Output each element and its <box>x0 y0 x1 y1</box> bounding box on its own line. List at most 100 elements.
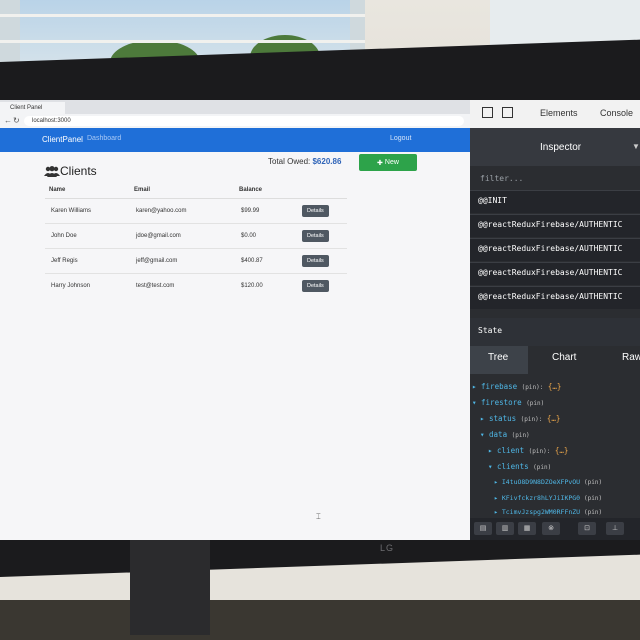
table-row: Karen Williams karen@yahoo.com $99.99 De… <box>45 198 347 224</box>
inspect-icon[interactable] <box>482 107 493 118</box>
new-client-button[interactable]: ✚ New <box>359 154 417 171</box>
row-actions: Details <box>296 248 347 274</box>
total-owed: Total Owed: $620.86 <box>268 157 341 166</box>
column-header-balance: Balance <box>235 182 296 199</box>
column-header-name: Name <box>45 182 130 199</box>
details-button[interactable]: Details <box>302 280 329 292</box>
table-header-row: Name Email Balance <box>45 182 347 199</box>
blind-slat <box>0 40 365 43</box>
expand-arrow-icon: ▸ <box>494 494 502 502</box>
mouse-cursor-icon: ⌶ <box>316 512 321 521</box>
back-icon[interactable]: ← <box>4 116 12 126</box>
action-label: @@reactReduxFirebase/AUTHENTIC <box>478 268 623 277</box>
table-row: John Doe jdoe@gmail.com $0.00 Details <box>45 223 347 249</box>
inspector-monitor-icon[interactable]: ▥ <box>496 522 514 535</box>
page-title: Clients <box>60 164 97 178</box>
client-email: jdoe@gmail.com <box>130 223 235 249</box>
nav-logout[interactable]: Logout <box>390 135 411 142</box>
total-owed-value: $620.86 <box>312 157 342 166</box>
tree-key: firebase <box>481 382 518 391</box>
tab-raw[interactable]: Raw <box>622 352 640 363</box>
tree-key: clients <box>497 462 529 471</box>
pin-label: (pin) <box>584 495 603 502</box>
table-row: Harry Johnson test@test.com $120.00 Deta… <box>45 273 347 298</box>
client-email: karen@yahoo.com <box>130 198 235 224</box>
colon: : <box>539 384 544 391</box>
address-bar[interactable]: localhost:3000 <box>24 116 464 126</box>
total-owed-label: Total Owed: <box>268 157 311 166</box>
client-balance: $120.00 <box>235 273 296 298</box>
browser-tab[interactable]: Client Panel <box>0 102 65 114</box>
action-item[interactable]: @@INIT <box>470 190 640 213</box>
tab-elements[interactable]: Elements <box>540 108 578 118</box>
pin-icon[interactable]: ⊥ <box>606 522 624 535</box>
pin-label: (pin) <box>511 432 530 439</box>
colon: : <box>538 416 543 423</box>
log-monitor-icon[interactable]: ▤ <box>474 522 492 535</box>
action-item[interactable]: @@reactReduxFirebase/AUTHENTIC <box>470 238 640 261</box>
row-actions: Details <box>296 198 347 224</box>
collapse-arrow-icon: ▾ <box>480 430 490 439</box>
tree-key: client <box>497 446 525 455</box>
table-row: Jeff Regis jeff@gmail.com $400.87 Detail… <box>45 248 347 274</box>
dropdown-arrow-icon[interactable]: ▼ <box>632 142 640 151</box>
client-name: Karen Williams <box>45 198 130 224</box>
tree-node-client-id[interactable]: ▸ TcimvJzspg2WM0RFFnZU (pin) <box>494 508 602 516</box>
action-item[interactable]: @@reactReduxFirebase/AUTHENTIC <box>470 286 640 309</box>
client-email: jeff@gmail.com <box>130 248 235 274</box>
inspector-title[interactable]: Inspector <box>540 142 581 153</box>
dispatch-icon[interactable]: ⊗ <box>542 522 560 535</box>
tree-node-client-id[interactable]: ▸ I4tuO8D9N8DZOeXFPvOU (pin) <box>494 478 602 486</box>
tree-node-client[interactable]: ▸ client (pin): {…} <box>488 446 568 455</box>
blind-slat <box>0 14 365 17</box>
tree-node-firebase[interactable]: ▸ firebase (pin): {…} <box>472 382 561 391</box>
collapse-arrow-icon: ▾ <box>472 398 482 407</box>
lock-icon[interactable]: ⊡ <box>578 522 596 535</box>
details-button[interactable]: Details <box>302 255 329 267</box>
action-label: @@reactReduxFirebase/AUTHENTIC <box>478 244 623 253</box>
action-item[interactable]: @@reactReduxFirebase/AUTHENTIC <box>470 262 640 285</box>
device-toggle-icon[interactable] <box>502 107 513 118</box>
filter-input[interactable]: filter... <box>470 170 640 188</box>
tab-tree[interactable]: Tree <box>488 352 508 363</box>
monitor-brand: LG <box>380 543 395 553</box>
client-name: Jeff Regis <box>45 248 130 274</box>
redux-inspector-header: Inspector ▼ <box>470 128 640 166</box>
tree-value: {…} <box>546 414 561 423</box>
tree-key: firestore <box>481 398 522 407</box>
tab-chart[interactable]: Chart <box>552 352 576 363</box>
action-label: @@INIT <box>478 196 507 205</box>
expand-arrow-icon: ▸ <box>472 382 482 391</box>
tree-node-status[interactable]: ▸ status (pin): {…} <box>480 414 560 423</box>
pin-label: (pin) <box>584 509 603 516</box>
reload-icon[interactable]: ↻ <box>13 116 20 126</box>
clients-table: Name Email Balance Karen Williams karen@… <box>45 182 347 298</box>
tab-console[interactable]: Console <box>600 108 633 118</box>
state-header: State <box>470 318 640 346</box>
tree-node-data[interactable]: ▾ data (pin) <box>480 430 530 439</box>
expand-arrow-icon: ▸ <box>494 508 502 516</box>
tree-key: TcimvJzspg2WM0RFFnZU <box>501 508 581 516</box>
pin-label: (pin) <box>526 400 545 407</box>
desk <box>0 600 640 640</box>
chart-monitor-icon[interactable]: ▦ <box>518 522 536 535</box>
expand-arrow-icon: ▸ <box>494 478 502 486</box>
tree-node-clients[interactable]: ▾ clients (pin) <box>488 462 551 471</box>
tree-node-firestore[interactable]: ▾ firestore (pin) <box>472 398 544 407</box>
column-header-email: Email <box>130 182 235 199</box>
brand-link[interactable]: ClientPanel <box>42 135 83 144</box>
pin-label: (pin) <box>533 464 552 471</box>
details-button[interactable]: Details <box>302 205 329 217</box>
client-balance: $99.99 <box>235 198 296 224</box>
nav-dashboard[interactable]: Dashboard <box>87 135 121 142</box>
devtools-panel: Elements Console Inspector ▼ filter... @… <box>470 100 640 540</box>
action-item[interactable]: @@reactReduxFirebase/AUTHENTIC <box>470 214 640 237</box>
tree-node-client-id[interactable]: ▸ KFivfckzr8hLYJiIKPG0 (pin) <box>494 494 602 502</box>
browser-tab-bar: Client Panel <box>0 100 470 114</box>
details-button[interactable]: Details <box>302 230 329 242</box>
expand-arrow-icon: ▸ <box>480 414 490 423</box>
expand-arrow-icon: ▸ <box>488 446 498 455</box>
devtools-footer: ▤ ▥ ▦ ⊗ ⊡ ⊥ <box>470 518 640 540</box>
client-balance: $400.87 <box>235 248 296 274</box>
tree-key: status <box>489 414 517 423</box>
